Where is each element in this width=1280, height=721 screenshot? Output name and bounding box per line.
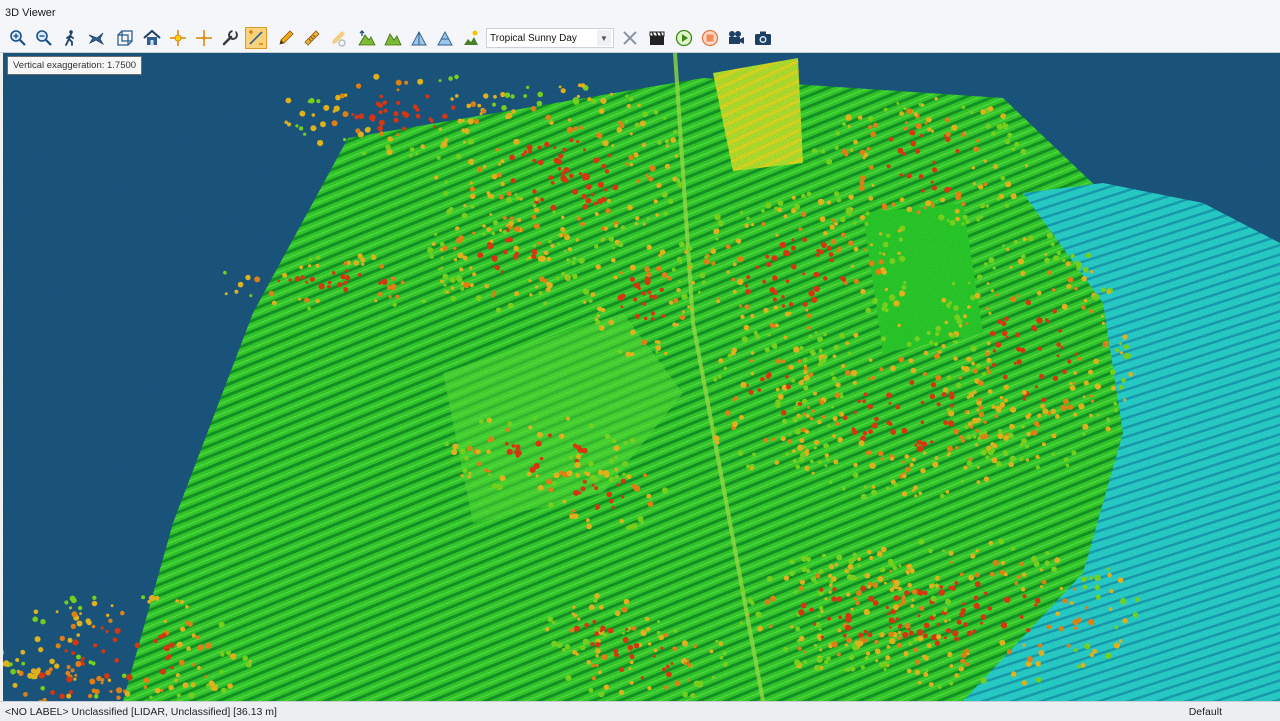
home-button[interactable] xyxy=(141,27,163,49)
stop-icon xyxy=(701,29,719,47)
zoom-in-button[interactable] xyxy=(7,27,29,49)
point-cloud-viewport[interactable] xyxy=(3,53,1280,701)
fly-icon xyxy=(88,32,105,46)
elevation-profile-icon xyxy=(411,31,427,46)
path-button[interactable] xyxy=(327,27,349,49)
toolbar xyxy=(0,25,1280,53)
sky-icon-button[interactable] xyxy=(460,27,482,49)
play-button[interactable] xyxy=(673,27,695,49)
point-info-text: <NO LABEL> Unclassified [LIDAR, Unclassi… xyxy=(5,706,277,718)
point-cloud-render xyxy=(3,53,1280,701)
play-icon xyxy=(675,29,693,47)
elevation-profile-2-button[interactable] xyxy=(434,27,456,49)
sky-preset-value: Tropical Sunny Day xyxy=(490,33,577,44)
terrain-raise-icon xyxy=(358,30,376,46)
zoom-out-button[interactable] xyxy=(33,27,55,49)
pick-point-button[interactable] xyxy=(167,27,189,49)
elevation-profile-2-icon xyxy=(437,31,453,46)
sky-preset-select[interactable]: Tropical Sunny Day ▼ xyxy=(486,28,614,48)
terrain-icon xyxy=(384,33,402,46)
pencil-icon xyxy=(279,30,294,45)
video-camera-icon xyxy=(729,31,744,44)
terrain-raise-button[interactable] xyxy=(356,27,378,49)
clapperboard-icon xyxy=(649,31,665,45)
camera-button[interactable] xyxy=(752,27,774,49)
wrench-icon xyxy=(222,30,238,46)
crosshair-button[interactable] xyxy=(193,27,215,49)
profile-text: Default xyxy=(1188,706,1222,718)
wrench-button[interactable] xyxy=(219,27,241,49)
ruler-icon xyxy=(304,30,320,46)
point-grain xyxy=(3,53,1280,701)
vertical-exaggeration-label: Vertical exaggeration: 1.7500 xyxy=(7,56,143,75)
home-icon xyxy=(143,29,161,45)
stop-button[interactable] xyxy=(699,27,721,49)
video-camera-button[interactable] xyxy=(725,27,747,49)
clear-button[interactable] xyxy=(619,27,641,49)
sky-icon xyxy=(464,30,478,45)
vertical-exaggeration-button[interactable] xyxy=(245,27,267,49)
pencil-button[interactable] xyxy=(275,27,297,49)
walk-icon xyxy=(65,30,74,46)
ruler-button[interactable] xyxy=(301,27,323,49)
zoom-in-icon xyxy=(10,30,26,46)
window-title: 3D Viewer xyxy=(5,7,56,19)
clapperboard-button[interactable] xyxy=(646,27,668,49)
status-bar: <NO LABEL> Unclassified [LIDAR, Unclassi… xyxy=(0,701,1280,721)
pick-point-icon xyxy=(170,30,186,46)
title-bar: 3D Viewer xyxy=(0,0,1280,25)
walk-button[interactable] xyxy=(59,27,81,49)
crosshair-icon xyxy=(196,30,212,46)
terrain-button[interactable] xyxy=(382,27,404,49)
vertical-exaggeration-icon xyxy=(249,30,263,45)
path-icon xyxy=(332,31,346,47)
bounding-box-icon xyxy=(117,30,133,46)
zoom-out-icon xyxy=(36,30,52,46)
bounding-box-button[interactable] xyxy=(114,27,136,49)
camera-icon xyxy=(755,31,771,45)
clear-icon xyxy=(623,31,637,45)
fly-button[interactable] xyxy=(85,27,107,49)
chevron-down-icon[interactable]: ▼ xyxy=(597,30,611,46)
elevation-profile-button[interactable] xyxy=(408,27,430,49)
